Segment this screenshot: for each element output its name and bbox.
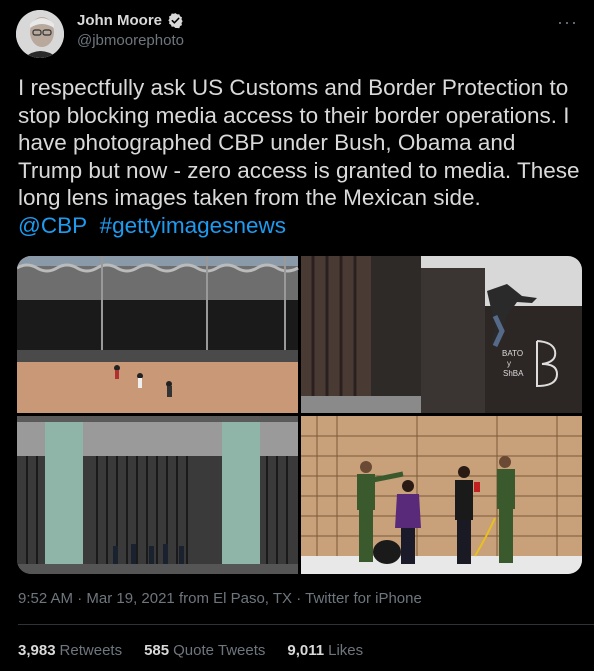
tweet-text: I respectfully ask US Customs and Border… xyxy=(18,74,583,239)
avatar[interactable] xyxy=(16,10,64,58)
svg-text:ShBA: ShBA xyxy=(503,369,524,378)
quotes-count: 585 xyxy=(144,642,170,659)
engagement-stats: 3,983 Retweets 585 Quote Tweets 9,011 Likes xyxy=(18,642,363,659)
svg-text:BATO: BATO xyxy=(502,349,523,358)
retweets-stat[interactable]: 3,983 Retweets xyxy=(18,642,122,659)
tweet-metadata: 9:52 AM · Mar 19, 2021 from El Paso, TX … xyxy=(18,590,422,607)
mention-link[interactable]: @CBP xyxy=(18,213,87,238)
photo-2[interactable]: BATO y ShBA xyxy=(301,256,582,413)
retweets-label: Retweets xyxy=(59,642,123,659)
meta-separator: · xyxy=(292,590,306,607)
photo-3[interactable] xyxy=(17,416,298,574)
tweet-location[interactable]: from El Paso, TX xyxy=(175,590,292,607)
avatar-photo xyxy=(16,10,64,58)
photo-4[interactable] xyxy=(301,416,582,574)
tweet-date[interactable]: Mar 19, 2021 xyxy=(86,590,174,607)
quotes-label: Quote Tweets xyxy=(173,642,266,659)
likes-stat[interactable]: 9,011 Likes xyxy=(287,642,363,659)
tweet-source[interactable]: Twitter for iPhone xyxy=(305,590,422,607)
more-options-icon[interactable]: ··· xyxy=(557,12,578,33)
tweet-time[interactable]: 9:52 AM xyxy=(18,590,73,607)
tweet-body: I respectfully ask US Customs and Border… xyxy=(18,75,580,210)
likes-label: Likes xyxy=(328,642,364,659)
verified-badge-icon xyxy=(168,13,183,29)
hashtag-link[interactable]: #gettyimagesnews xyxy=(100,213,286,238)
divider xyxy=(18,624,594,625)
meta-separator: · xyxy=(73,590,87,607)
quote-tweets-stat[interactable]: 585 Quote Tweets xyxy=(144,642,265,659)
media-grid: BATO y ShBA xyxy=(17,256,582,574)
likes-count: 9,011 xyxy=(287,642,325,659)
svg-text:y: y xyxy=(507,359,511,368)
display-name[interactable]: John Moore xyxy=(77,12,162,29)
author-block: John Moore @jbmoorephoto xyxy=(77,12,184,49)
handle[interactable]: @jbmoorephoto xyxy=(77,32,184,49)
retweets-count: 3,983 xyxy=(18,642,56,659)
photo-1[interactable] xyxy=(17,256,299,413)
